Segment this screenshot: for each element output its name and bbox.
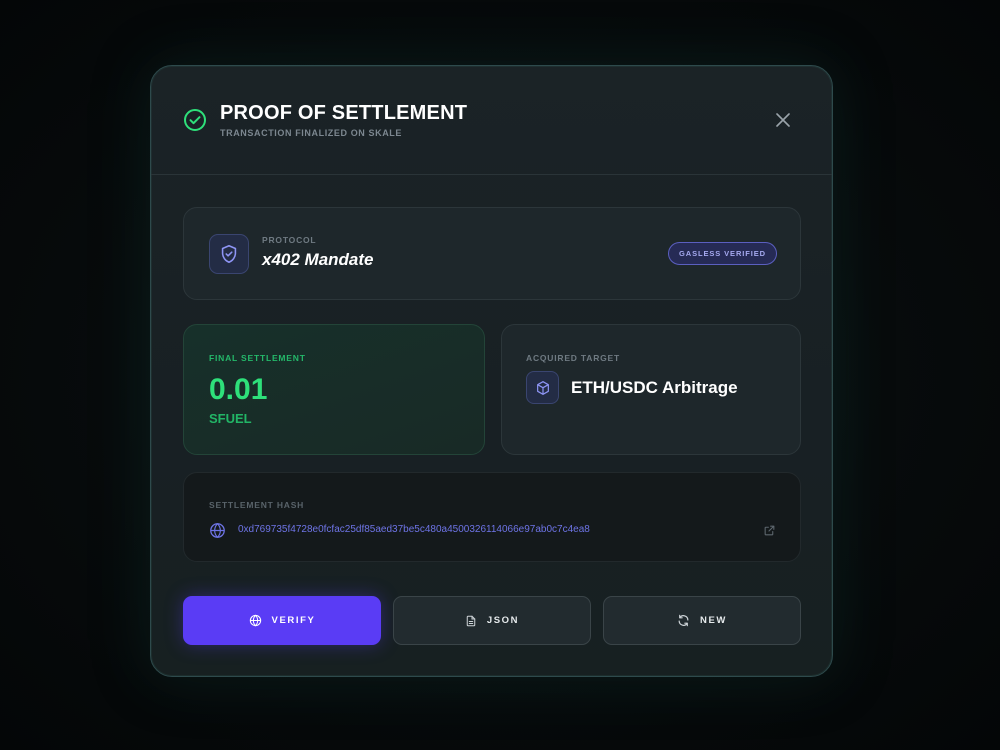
final-settlement-card: FINAL SETTLEMENT 0.01 SFUEL [183, 324, 485, 455]
gasless-verified-badge: GASLESS VERIFIED [668, 242, 777, 265]
settlement-hash-card: SETTLEMENT HASH 0xd769735f4728e0fcfac25d… [183, 472, 801, 562]
target-value: ETH/USDC Arbitrage [571, 378, 738, 397]
json-button[interactable]: JSON [393, 596, 591, 645]
target-label: ACQUIRED TARGET [526, 353, 621, 363]
new-label: NEW [700, 615, 727, 626]
modal-header: PROOF OF SETTLEMENT TRANSACTION FINALIZE… [151, 66, 832, 175]
close-icon [776, 113, 790, 127]
settlement-modal: PROOF OF SETTLEMENT TRANSACTION FINALIZE… [150, 65, 833, 677]
settlement-amount: 0.01 [209, 373, 268, 406]
external-link-icon[interactable] [763, 524, 776, 537]
file-icon [466, 615, 476, 626]
globe-icon [209, 522, 226, 539]
refresh-icon [678, 614, 689, 627]
globe-icon [249, 614, 261, 627]
close-button[interactable] [771, 108, 795, 132]
protocol-label: PROTOCOL [262, 235, 317, 245]
new-button[interactable]: NEW [603, 596, 801, 645]
verify-label: VERIFY [271, 615, 316, 626]
modal-subtitle: TRANSACTION FINALIZED ON SKALE [220, 128, 402, 138]
verify-button[interactable]: VERIFY [183, 596, 381, 645]
check-circle-icon [183, 108, 207, 132]
protocol-card: PROTOCOL x402 Mandate GASLESS VERIFIED [183, 207, 801, 300]
shield-check-icon [209, 234, 249, 274]
hash-value[interactable]: 0xd769735f4728e0fcfac25df85aed37be5c480a… [238, 524, 590, 535]
hash-label: SETTLEMENT HASH [209, 500, 305, 510]
cube-icon [526, 371, 559, 404]
modal-title: PROOF OF SETTLEMENT [220, 102, 468, 124]
acquired-target-card: ACQUIRED TARGET ETH/USDC Arbitrage [501, 324, 801, 455]
json-label: JSON [486, 615, 520, 626]
protocol-value: x402 Mandate [262, 250, 374, 269]
settlement-label: FINAL SETTLEMENT [209, 353, 306, 363]
settlement-unit: SFUEL [209, 411, 252, 426]
